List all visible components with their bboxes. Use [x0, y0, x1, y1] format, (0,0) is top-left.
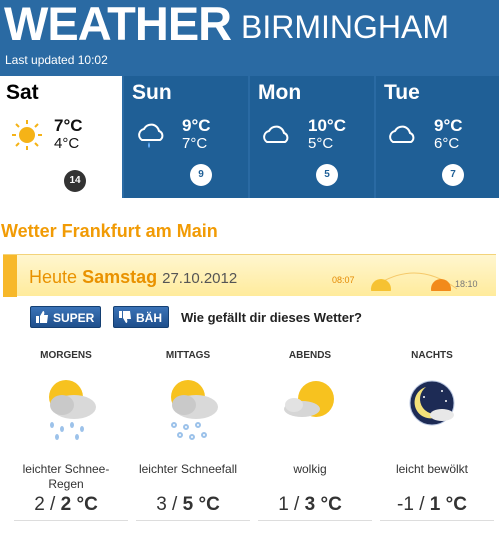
- thumbs-up-icon: [36, 311, 48, 323]
- day-name: Tue: [384, 81, 420, 104]
- partly-cloudy-icon: [284, 381, 334, 417]
- day-name: Sun: [132, 81, 172, 104]
- vote-bah-button[interactable]: BÄH: [113, 306, 169, 328]
- wind-speed: 7: [450, 169, 456, 180]
- period-description: leichter Schnee-Regen: [22, 462, 110, 491]
- vote-bah-label: BÄH: [136, 311, 162, 325]
- vote-question: Wie gefällt dir dieses Wetter?: [181, 310, 362, 325]
- temp-high: 3 °C: [304, 494, 342, 515]
- period-temperature: 1 / 3 °C: [278, 494, 342, 515]
- today-date: 27.10.2012: [162, 270, 238, 287]
- period-temperature: 3 / 5 °C: [156, 494, 220, 515]
- wind-speed: 14: [69, 175, 81, 186]
- cloud-icon: [389, 125, 415, 143]
- temp-low: 7°C: [182, 135, 208, 152]
- period-name: ABENDS: [288, 350, 332, 361]
- period-description: leicht bewölkt: [395, 462, 469, 476]
- divider: [380, 520, 494, 521]
- cloud-icon: [263, 125, 289, 143]
- today-word: Heute: [29, 267, 78, 287]
- header-title: WEATHER: [4, 0, 232, 50]
- period-name: MITTAGS: [165, 350, 211, 361]
- divider: [258, 520, 372, 521]
- vote-super-label: SUPER: [53, 311, 95, 325]
- temp-low: 5°C: [308, 135, 334, 152]
- period-evening: ABENDS wolkig 1 / 3 °C: [250, 350, 372, 521]
- temp-high: 2 °C: [60, 494, 98, 515]
- frankfurt-title[interactable]: Wetter Frankfurt am Main: [1, 221, 218, 242]
- temp-high: 7°C: [54, 116, 83, 135]
- period-temperature: -1 / 1 °C: [397, 494, 467, 515]
- last-updated: Last updated 10:02: [5, 53, 108, 67]
- divider: [14, 520, 128, 521]
- day-name: Mon: [258, 81, 302, 104]
- today-weekday: Samstag: [82, 267, 158, 287]
- temp-low: 3: [156, 494, 167, 515]
- forecast-day-sat[interactable]: Sat 7°C 4°C 14: [0, 76, 122, 198]
- forecast-day-sun[interactable]: Sun 9°C 7°C 9: [124, 76, 248, 198]
- temp-high: 5 °C: [182, 494, 220, 515]
- period-temperature: 2 / 2 °C: [34, 494, 98, 515]
- period-name: NACHTS: [411, 350, 453, 361]
- period-midday: MITTAGS leichter Schneefall 3 / 5 °C: [128, 350, 250, 521]
- wind-speed: 5: [324, 169, 330, 180]
- rain-cloud-icon: [138, 123, 164, 148]
- sun-arc-icon: [370, 272, 458, 291]
- wind-badge: 7: [442, 164, 464, 186]
- period-name: MORGENS: [40, 350, 92, 361]
- forecast-strip: Sat 7°C 4°C 14 Sun 9°C 7°C 9 Mon 10°C 5°…: [0, 76, 499, 198]
- weather-header: WEATHER BIRMINGHAM Last updated 10:02: [0, 0, 499, 76]
- thumbs-down-icon: [119, 311, 131, 323]
- header-city: BIRMINGHAM: [241, 9, 449, 45]
- today-label: Heute Samstag 27.10.2012: [29, 267, 237, 288]
- period-description: leichter Schneefall: [138, 462, 238, 476]
- sunset-time: 18:10: [455, 279, 478, 289]
- temp-high: 9°C: [182, 116, 211, 135]
- period-morning: MORGENS leichter Schnee-Regen 2 / 2 °C: [6, 350, 128, 521]
- vote-super-button[interactable]: SUPER: [30, 306, 102, 328]
- forecast-day-tue[interactable]: Tue 9°C 6°C 7: [376, 76, 499, 198]
- today-bar-accent: [3, 255, 17, 297]
- day-name: Sat: [6, 81, 39, 104]
- divider: [136, 520, 250, 521]
- period-description: wolkig: [293, 462, 327, 476]
- temp-low: 1: [278, 494, 289, 515]
- temp-low: 4°C: [54, 135, 80, 152]
- period-night: NACHTS leicht bewölkt -1 / 1 °C: [372, 350, 494, 521]
- temp-high: 9°C: [434, 116, 463, 135]
- wind-badge: 14: [64, 170, 86, 192]
- moon-cloud-icon: [409, 380, 455, 426]
- snow-icon: [171, 380, 218, 440]
- wind-speed: 9: [198, 169, 204, 180]
- temp-low: 2: [34, 494, 45, 515]
- temp-low: 6°C: [434, 135, 460, 152]
- today-bar: Heute Samstag 27.10.2012 08:07 18:10: [3, 254, 496, 297]
- wind-badge: 5: [316, 164, 338, 186]
- wind-badge: 9: [190, 164, 212, 186]
- sun-icon: [12, 120, 42, 150]
- forecast-day-mon[interactable]: Mon 10°C 5°C 5: [250, 76, 374, 198]
- sunrise-time: 08:07: [332, 275, 355, 285]
- sleet-icon: [49, 380, 96, 440]
- temp-low: -1: [397, 494, 414, 515]
- temp-high: 1 °C: [429, 494, 467, 515]
- temp-high: 10°C: [308, 116, 346, 135]
